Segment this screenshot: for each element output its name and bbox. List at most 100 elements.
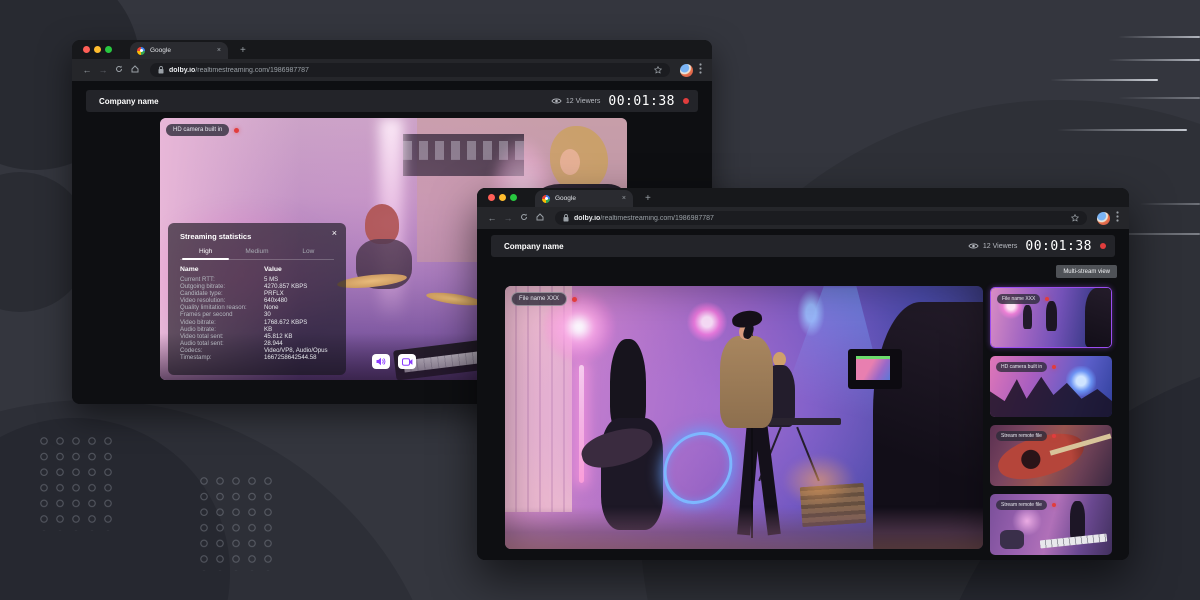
minimize-window-button[interactable] bbox=[94, 46, 101, 53]
stat-name: Timestamp: bbox=[180, 354, 264, 361]
tab-high[interactable]: High bbox=[180, 248, 231, 259]
source-label-row: Stream remote file bbox=[996, 500, 1056, 510]
app-header: Company name 12 Viewers 00:01:38 bbox=[86, 90, 698, 112]
stat-name: Outgoing bitrate: bbox=[180, 283, 264, 290]
stat-name: Candidate type: bbox=[180, 290, 264, 297]
stat-value: None bbox=[264, 304, 279, 311]
tab-close-icon[interactable]: × bbox=[217, 47, 221, 54]
toggle-camera-button[interactable] bbox=[398, 354, 416, 369]
stats-table-header: Name Value bbox=[180, 266, 334, 273]
refresh-icon[interactable] bbox=[519, 213, 529, 223]
company-name: Company name bbox=[99, 97, 159, 106]
thumb-camera-operator bbox=[1085, 288, 1112, 347]
refresh-icon[interactable] bbox=[114, 65, 124, 75]
lock-icon bbox=[158, 66, 164, 74]
header-right: 12 Viewers 00:01:38 bbox=[551, 94, 689, 109]
stat-value: 1667258642544.58 bbox=[264, 354, 317, 361]
table-row: Quality limitation reason:None bbox=[180, 304, 334, 311]
tab-bar: Google × + bbox=[72, 40, 712, 59]
table-row: Candidate type:PRFLX bbox=[180, 290, 334, 297]
browser-tab[interactable]: Google × bbox=[535, 190, 633, 207]
desktop-background: Google × + ← → dolby.io/realtimestreamin… bbox=[0, 0, 1200, 600]
source-label: File name XXX bbox=[511, 292, 567, 306]
forward-icon[interactable]: → bbox=[98, 66, 108, 75]
forward-icon[interactable]: → bbox=[503, 214, 513, 223]
source-label: HD camera built in bbox=[166, 124, 229, 136]
thumb-figure bbox=[1046, 301, 1057, 331]
url-path: /realtimestreaming.com/1986987787 bbox=[195, 67, 309, 74]
thumbnail-label: File name XXX bbox=[997, 294, 1040, 304]
stat-name: Video total sent: bbox=[180, 333, 264, 340]
table-row: Outgoing bitrate:4270.857 KBPS bbox=[180, 283, 334, 290]
viewer-count: 12 Viewers bbox=[968, 242, 1018, 250]
maximize-window-button[interactable] bbox=[510, 194, 517, 201]
home-icon[interactable] bbox=[535, 213, 545, 223]
stat-value: 1768.672 KBPS bbox=[264, 319, 307, 326]
stat-name: Quality limitation reason: bbox=[180, 304, 264, 311]
bookmark-star-icon[interactable] bbox=[1071, 209, 1079, 227]
new-tab-button[interactable]: + bbox=[645, 194, 651, 204]
profile-avatar[interactable] bbox=[680, 64, 693, 77]
url-text: dolby.io/realtimestreaming.com/198698778… bbox=[169, 67, 309, 74]
live-indicator bbox=[572, 297, 577, 302]
close-window-button[interactable] bbox=[488, 194, 495, 201]
thumbnail-stream-remote-1[interactable]: Stream remote file bbox=[990, 425, 1112, 486]
close-window-button[interactable] bbox=[83, 46, 90, 53]
thumbnail-hd-camera[interactable]: HD camera built in bbox=[990, 356, 1112, 417]
stat-name: Video bitrate: bbox=[180, 319, 264, 326]
decor-speed-line bbox=[1108, 59, 1200, 61]
browser-window-front: Google × + ← → dolby.io/realtimestreamin… bbox=[477, 188, 1129, 560]
stat-name: Audio total sent: bbox=[180, 340, 264, 347]
streaming-statistics-panel: × Streaming statistics High Medium Low N… bbox=[168, 223, 346, 375]
window-controls bbox=[83, 46, 112, 53]
bookmark-star-icon[interactable] bbox=[654, 61, 662, 79]
table-row: Video bitrate:1768.672 KBPS bbox=[180, 319, 334, 326]
thumbnail-label: HD camera built in bbox=[996, 362, 1047, 372]
close-icon[interactable]: × bbox=[332, 229, 337, 238]
multi-stream-view-button[interactable]: Multi-stream view bbox=[1056, 265, 1117, 278]
thumbnail-label: Stream remote file bbox=[996, 431, 1047, 441]
table-row: Video resolution:640x480 bbox=[180, 297, 334, 304]
window-controls bbox=[488, 194, 517, 201]
home-icon[interactable] bbox=[130, 65, 140, 75]
back-icon[interactable]: ← bbox=[82, 66, 92, 75]
browser-menu-icon[interactable] bbox=[1116, 209, 1119, 227]
tab-low[interactable]: Low bbox=[283, 248, 334, 259]
source-label-row: HD camera built in bbox=[166, 124, 239, 136]
stat-value: KB bbox=[264, 326, 272, 333]
tab-medium[interactable]: Medium bbox=[231, 248, 282, 259]
minimize-window-button[interactable] bbox=[499, 194, 506, 201]
tab-bar: Google × + bbox=[477, 188, 1129, 207]
address-bar[interactable]: dolby.io/realtimestreaming.com/198698778… bbox=[150, 63, 670, 77]
tab-close-icon[interactable]: × bbox=[622, 195, 626, 202]
mute-audio-button[interactable] bbox=[372, 354, 390, 369]
browser-tab[interactable]: Google × bbox=[130, 42, 228, 59]
scene-vignette bbox=[505, 286, 983, 549]
source-label-row: HD camera built in bbox=[996, 362, 1056, 372]
thumbnail-file-name-xxx[interactable]: File name XXX bbox=[990, 287, 1112, 348]
table-row: Frames per second30 bbox=[180, 311, 334, 318]
table-row: Timestamp:1667258642544.58 bbox=[180, 354, 334, 361]
live-indicator bbox=[1052, 434, 1056, 438]
url-text: dolby.io/realtimestreaming.com/198698778… bbox=[574, 215, 714, 222]
camera-icon bbox=[402, 358, 413, 366]
stat-value: 30 bbox=[264, 311, 271, 318]
stat-value: 640x480 bbox=[264, 297, 287, 304]
decor-speed-line bbox=[1118, 97, 1200, 99]
live-indicator bbox=[234, 128, 239, 133]
back-icon[interactable]: ← bbox=[487, 214, 497, 223]
thumbnail-stream-remote-2[interactable]: Stream remote file bbox=[990, 494, 1112, 555]
maximize-window-button[interactable] bbox=[105, 46, 112, 53]
browser-menu-icon[interactable] bbox=[699, 61, 702, 79]
decor-speed-line bbox=[1050, 79, 1158, 81]
tab-title: Google bbox=[150, 47, 212, 54]
address-bar[interactable]: dolby.io/realtimestreaming.com/198698778… bbox=[555, 211, 1087, 225]
stat-value: 5 MS bbox=[264, 276, 278, 283]
new-tab-button[interactable]: + bbox=[240, 46, 246, 56]
table-row: Audio bitrate:KB bbox=[180, 326, 334, 333]
stat-value: 4270.857 KBPS bbox=[264, 283, 307, 290]
stats-panel-title: Streaming statistics bbox=[180, 232, 334, 241]
profile-avatar[interactable] bbox=[1097, 212, 1110, 225]
stat-name: Frames per second bbox=[180, 311, 264, 318]
stat-value: 45.812 KB bbox=[264, 333, 292, 340]
